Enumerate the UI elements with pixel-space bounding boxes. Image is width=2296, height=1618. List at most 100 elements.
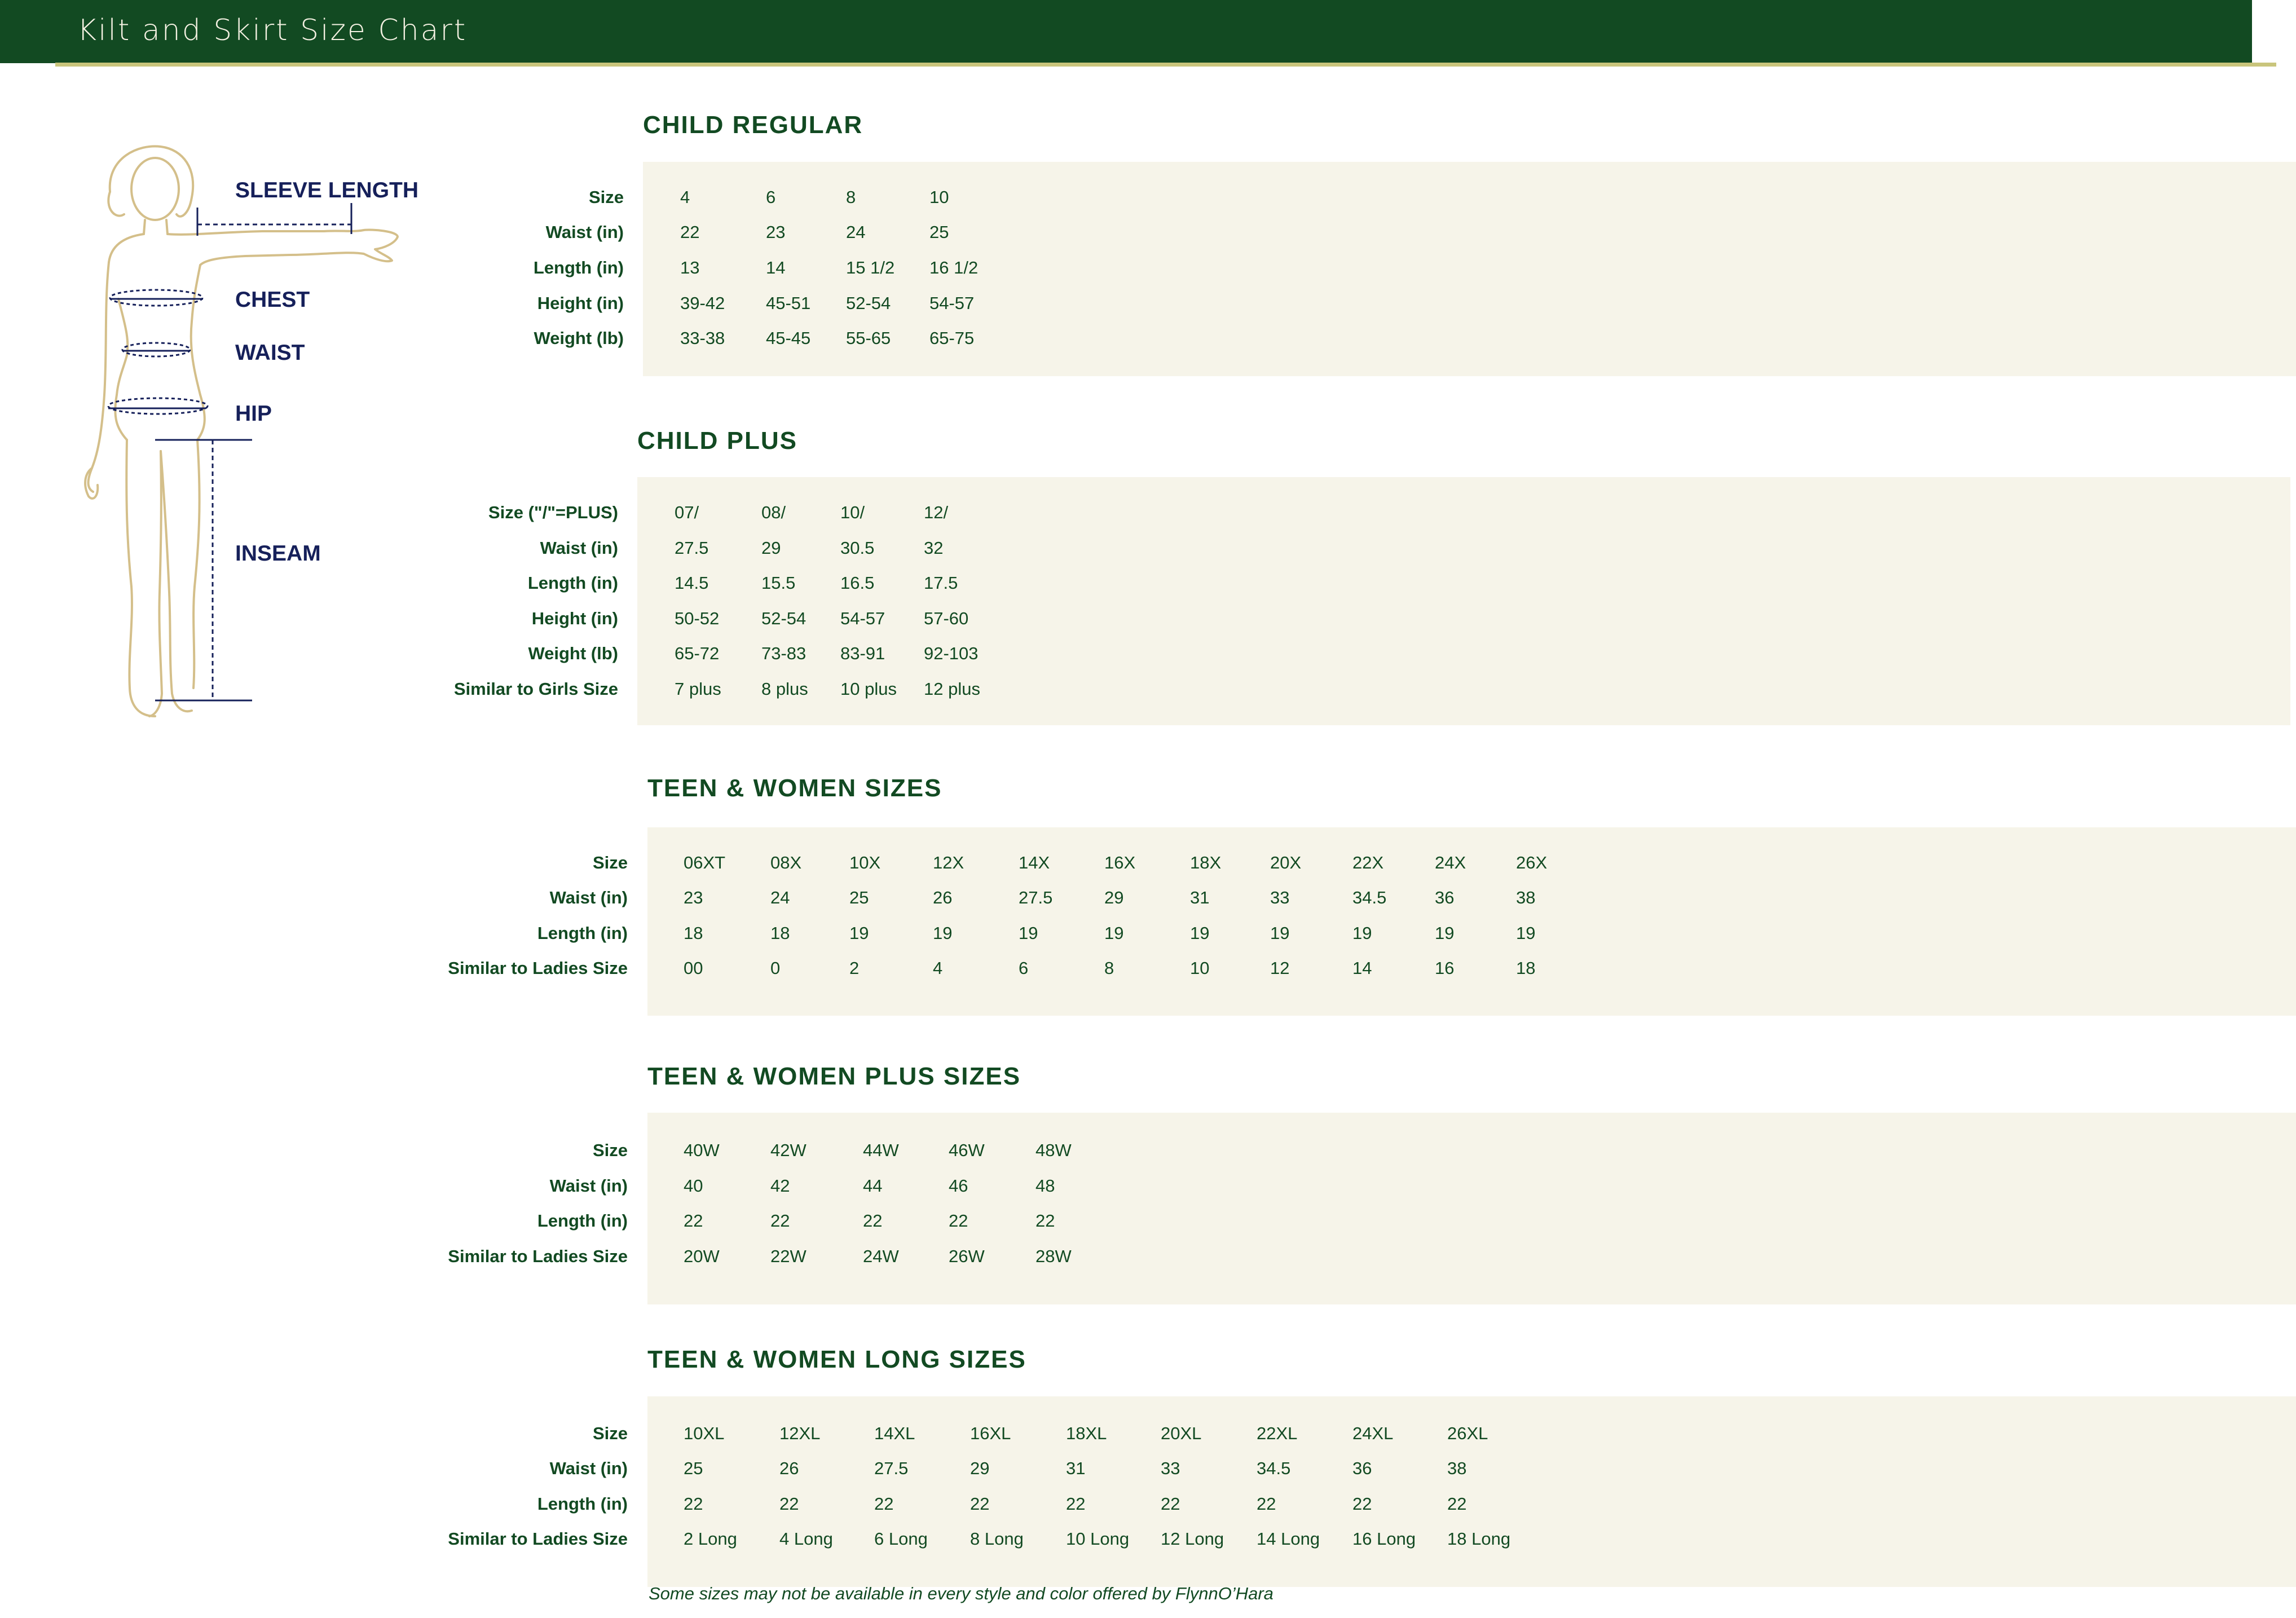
table-cell: 16 1/2	[929, 258, 979, 277]
table-cell: 22	[1352, 1494, 1372, 1514]
label-waist: WAIST	[235, 341, 305, 365]
table-cell: 8 Long	[970, 1529, 1024, 1549]
table-cell: 54-57	[929, 293, 975, 313]
table-cell: 31	[1066, 1458, 1086, 1478]
table-cell: 45-45	[766, 328, 811, 348]
table-cell: 6	[766, 187, 776, 207]
table-panel-teen-women	[647, 827, 2296, 1016]
table-cell: 27.5	[1019, 888, 1053, 907]
table-cell: 38	[1516, 888, 1536, 907]
row-label-length: Length (in)	[527, 573, 618, 593]
table-cell: 13	[680, 258, 700, 277]
label-sleeve-length: SLEEVE LENGTH	[235, 178, 419, 202]
table-cell: 19	[1190, 923, 1210, 943]
table-cell: 48W	[1035, 1140, 1072, 1160]
table-cell: 22	[1257, 1494, 1276, 1514]
table-cell: 16.5	[840, 573, 875, 593]
table-cell: 40	[684, 1176, 703, 1196]
table-cell: 15 1/2	[846, 258, 895, 277]
table-cell: 10/	[840, 502, 865, 522]
row-label-length: Length (in)	[537, 1494, 628, 1514]
row-label-similar-ladies: Similar to Ladies Size	[448, 958, 628, 978]
table-cell: 4	[933, 958, 943, 978]
table-cell: 19	[849, 923, 869, 943]
table-cell: 18X	[1190, 853, 1222, 872]
table-cell: 44W	[863, 1140, 899, 1160]
section-title-teen-women-plus: TEEN & WOMEN PLUS SIZES	[647, 1062, 1021, 1090]
table-cell: 22	[779, 1494, 799, 1514]
table-cell: 42	[770, 1176, 790, 1196]
table-cell: 29	[970, 1458, 990, 1478]
table-cell: 10X	[849, 853, 881, 872]
table-cell: 0	[770, 958, 781, 978]
table-cell: 33-38	[680, 328, 725, 348]
table-cell: 23	[766, 222, 786, 242]
table-cell: 33	[1270, 888, 1290, 907]
table-cell: 14	[1352, 958, 1372, 978]
table-cell: 24XL	[1352, 1423, 1394, 1443]
table-cell: 16 Long	[1352, 1529, 1416, 1549]
table-cell: 00	[684, 958, 703, 978]
table-cell: 18	[770, 923, 790, 943]
table-cell: 14X	[1019, 853, 1050, 872]
table-cell: 54-57	[840, 609, 885, 628]
table-cell: 48	[1035, 1176, 1055, 1196]
row-label-size: Size ("/"=PLUS)	[488, 502, 618, 522]
row-label-size: Size	[592, 1140, 628, 1160]
table-cell: 38	[1447, 1458, 1467, 1478]
row-label-size: Size	[592, 853, 628, 872]
table-cell: 7 plus	[675, 679, 721, 699]
table-cell: 14	[766, 258, 786, 277]
table-cell: 20W	[684, 1246, 720, 1266]
table-cell: 12 Long	[1161, 1529, 1224, 1549]
table-cell: 6	[1019, 958, 1029, 978]
table-cell: 22	[1161, 1494, 1180, 1514]
header-accent-rule	[55, 63, 2276, 67]
table-cell: 65-75	[929, 328, 975, 348]
table-cell: 46W	[949, 1140, 985, 1160]
section-title-teen-women-long: TEEN & WOMEN LONG SIZES	[647, 1346, 1026, 1373]
table-cell: 52-54	[761, 609, 807, 628]
table-cell: 34.5	[1352, 888, 1387, 907]
row-label-length: Length (in)	[537, 923, 628, 943]
table-cell: 06XT	[684, 853, 726, 872]
table-cell: 16XL	[970, 1423, 1011, 1443]
table-cell: 73-83	[761, 643, 807, 663]
table-cell: 8 plus	[761, 679, 808, 699]
table-cell: 12/	[924, 502, 949, 522]
table-cell: 22	[874, 1494, 894, 1514]
table-cell: 19	[1270, 923, 1290, 943]
table-cell: 6 Long	[874, 1529, 928, 1549]
table-cell: 26	[933, 888, 953, 907]
row-label-height: Height (in)	[537, 293, 624, 313]
table-cell: 10	[1190, 958, 1210, 978]
table-cell: 10 plus	[840, 679, 897, 699]
table-cell: 18	[1516, 958, 1536, 978]
table-cell: 44	[863, 1176, 883, 1196]
table-cell: 29	[761, 538, 781, 558]
table-cell: 19	[1352, 923, 1372, 943]
table-cell: 22	[770, 1211, 790, 1231]
row-label-length: Length (in)	[533, 258, 624, 277]
label-chest: CHEST	[235, 288, 310, 312]
row-label-waist: Waist (in)	[540, 538, 618, 558]
table-cell: 25	[684, 1458, 703, 1478]
table-cell: 40W	[684, 1140, 720, 1160]
table-cell: 22W	[770, 1246, 807, 1266]
table-cell: 2 Long	[684, 1529, 737, 1549]
row-label-waist: Waist (in)	[545, 222, 624, 242]
table-cell: 83-91	[840, 643, 885, 663]
table-cell: 22X	[1352, 853, 1384, 872]
section-title-teen-women: TEEN & WOMEN SIZES	[647, 774, 942, 802]
table-cell: 33	[1161, 1458, 1180, 1478]
table-cell: 16X	[1104, 853, 1136, 872]
table-cell: 26X	[1516, 853, 1548, 872]
header-bar: Kilt and Skirt Size Chart	[0, 0, 2252, 63]
table-cell: 65-72	[675, 643, 720, 663]
row-label-length: Length (in)	[537, 1211, 628, 1231]
table-cell: 18	[684, 923, 703, 943]
table-cell: 19	[933, 923, 953, 943]
table-cell: 27.5	[675, 538, 709, 558]
row-label-similar-ladies: Similar to Ladies Size	[448, 1246, 628, 1266]
table-cell: 12X	[933, 853, 964, 872]
